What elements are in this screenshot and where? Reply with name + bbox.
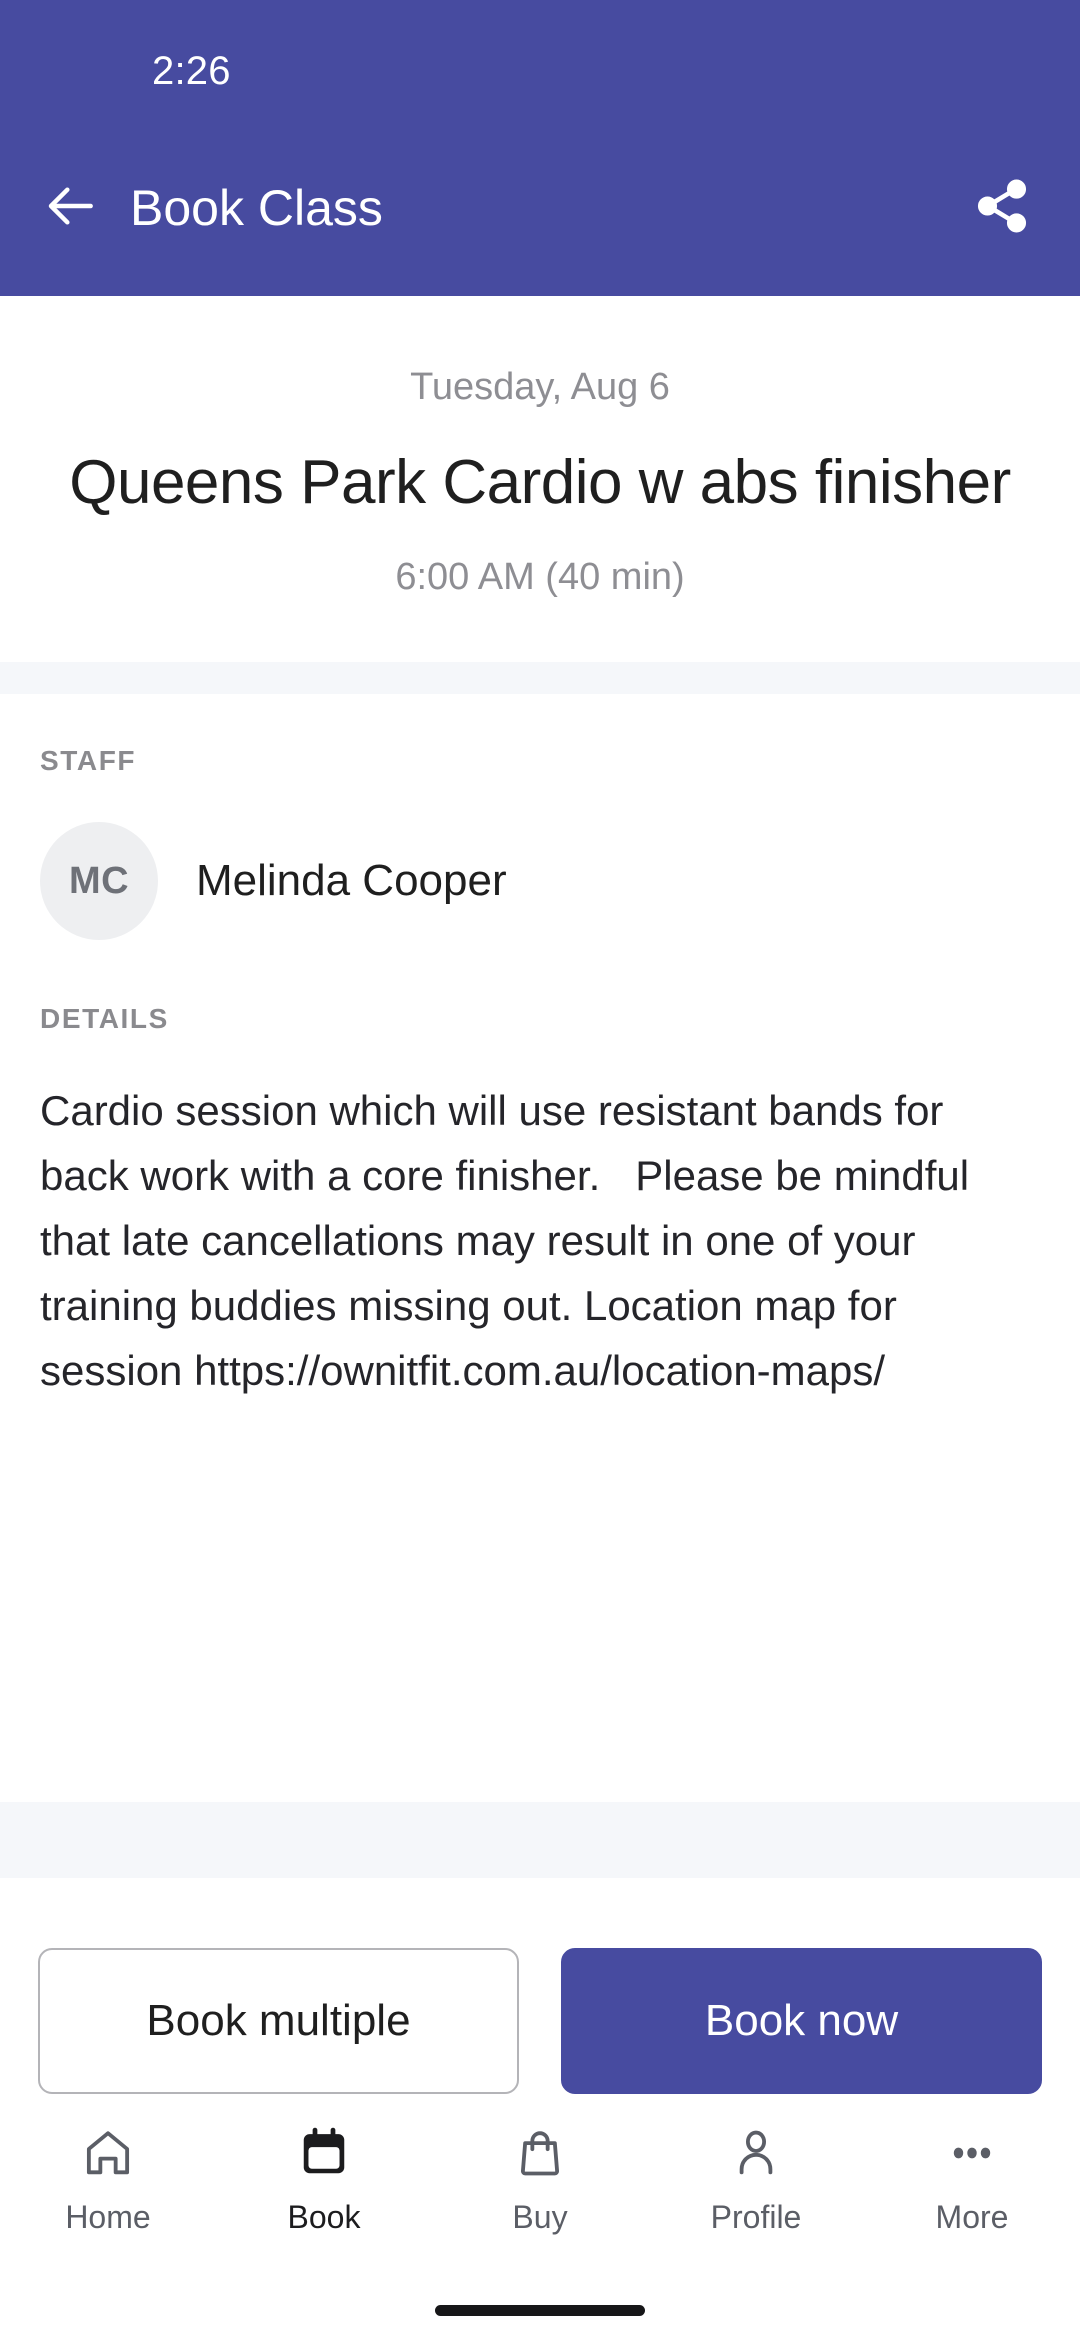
- section-divider-band: [0, 662, 1080, 694]
- app-screen: 2:26 Book Class Tuesday, Aug 6 Queens Pa…: [0, 0, 1080, 2340]
- book-multiple-button[interactable]: Book multiple: [38, 1948, 519, 2094]
- avatar: MC: [40, 822, 158, 940]
- share-icon: [973, 177, 1031, 240]
- action-bar: Book multiple Book now: [0, 1878, 1080, 2094]
- staff-section: STAFF MC Melinda Cooper: [0, 694, 1080, 940]
- staff-section-label: STAFF: [40, 745, 137, 776]
- app-bar: Book Class: [0, 120, 1080, 296]
- nav-item-more[interactable]: More: [864, 2122, 1080, 2236]
- nav-label-more: More: [935, 2199, 1009, 2235]
- class-header: Tuesday, Aug 6 Queens Park Cardio w abs …: [0, 296, 1080, 662]
- class-time: 6:00 AM (40 min): [395, 556, 685, 598]
- nav-label-home: Home: [65, 2199, 151, 2235]
- nav-item-home[interactable]: Home: [0, 2122, 216, 2236]
- share-button[interactable]: [964, 170, 1040, 246]
- status-bar-clock: 2:26: [152, 49, 231, 93]
- calendar-icon: [297, 2122, 351, 2184]
- home-icon: [81, 2122, 135, 2184]
- details-section-label: DETAILS: [40, 1003, 169, 1034]
- nav-label-buy: Buy: [512, 2199, 568, 2235]
- person-icon: [729, 2122, 783, 2184]
- book-now-button[interactable]: Book now: [561, 1948, 1042, 2094]
- status-bar: 2:26: [0, 0, 1080, 120]
- staff-name: Melinda Cooper: [196, 856, 507, 905]
- class-date: Tuesday, Aug 6: [410, 366, 670, 408]
- nav-item-profile[interactable]: Profile: [648, 2122, 864, 2236]
- nav-item-buy[interactable]: Buy: [432, 2122, 648, 2236]
- details-section: DETAILS Cardio session which will use re…: [0, 940, 1080, 1403]
- nav-item-book[interactable]: Book: [216, 2122, 432, 2236]
- content-filler: [0, 1403, 1080, 1802]
- avatar-initials: MC: [68, 860, 130, 902]
- staff-row[interactable]: MC Melinda Cooper: [40, 778, 1040, 940]
- scroll-content[interactable]: Tuesday, Aug 6 Queens Park Cardio w abs …: [0, 296, 1080, 1878]
- class-name: Queens Park Cardio w abs finisher: [69, 448, 1011, 517]
- home-indicator[interactable]: [435, 2304, 645, 2316]
- bottom-navigation: Home Book Buy Profile More: [0, 2094, 1080, 2280]
- actions-divider-band: [0, 1802, 1080, 1878]
- ellipsis-icon: [945, 2122, 999, 2184]
- shopping-bag-icon: [513, 2122, 567, 2184]
- page-title: Book Class: [130, 180, 383, 236]
- arrow-left-icon: [44, 178, 100, 239]
- nav-label-book: Book: [287, 2199, 361, 2235]
- nav-label-profile: Profile: [710, 2199, 802, 2235]
- back-button[interactable]: [36, 172, 108, 244]
- details-description: Cardio session which will use resistant …: [40, 1087, 981, 1394]
- home-indicator-area: [0, 2280, 1080, 2340]
